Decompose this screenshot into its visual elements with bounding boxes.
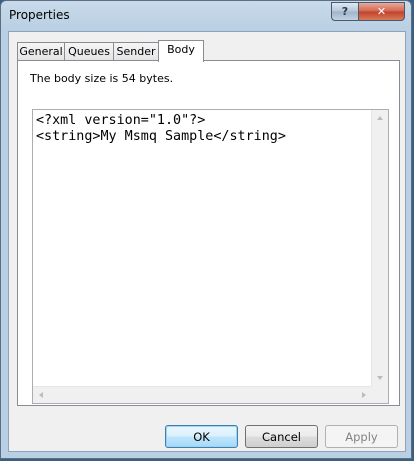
body-content-textbox[interactable]: <?xml version="1.0"?> <string>My Msmq Sa… [32, 109, 389, 404]
scroll-right-icon[interactable] [362, 392, 366, 398]
tab-sender[interactable]: Sender [113, 42, 159, 61]
ok-button[interactable]: OK [165, 425, 238, 448]
horizontal-scrollbar[interactable] [33, 386, 372, 403]
scrollbar-corner [371, 386, 388, 403]
window-title: Properties [9, 8, 70, 22]
dialog-client-area: General Queues Sender Body The body size… [8, 31, 406, 452]
title-bar[interactable]: Properties ? ✕ [1, 1, 411, 31]
scroll-left-icon[interactable] [39, 392, 43, 398]
body-line-1: <?xml version="1.0"?> [36, 113, 206, 128]
help-button[interactable]: ? [331, 2, 359, 21]
tab-general[interactable]: General [17, 42, 65, 61]
body-line-2: <string>My Msmq Sample</string> [36, 128, 286, 144]
close-button[interactable]: ✕ [358, 2, 405, 21]
scroll-up-icon[interactable] [377, 116, 383, 120]
properties-dialog: Properties ? ✕ General Queues Sender Bod… [0, 0, 412, 459]
apply-button[interactable]: Apply [325, 425, 398, 448]
help-icon: ? [341, 5, 349, 18]
cancel-button[interactable]: Cancel [245, 425, 318, 448]
body-tab-panel: The body size is 54 bytes. <?xml version… [17, 60, 400, 406]
close-icon: ✕ [376, 5, 387, 18]
tab-queues[interactable]: Queues [64, 42, 114, 61]
vertical-scrollbar[interactable] [371, 110, 388, 386]
scroll-down-icon[interactable] [377, 376, 383, 380]
body-size-label: The body size is 54 bytes. [30, 72, 174, 85]
body-content-text: <?xml version="1.0"?> <string>My Msmq Sa… [36, 113, 286, 144]
tab-body[interactable]: Body [158, 40, 204, 62]
